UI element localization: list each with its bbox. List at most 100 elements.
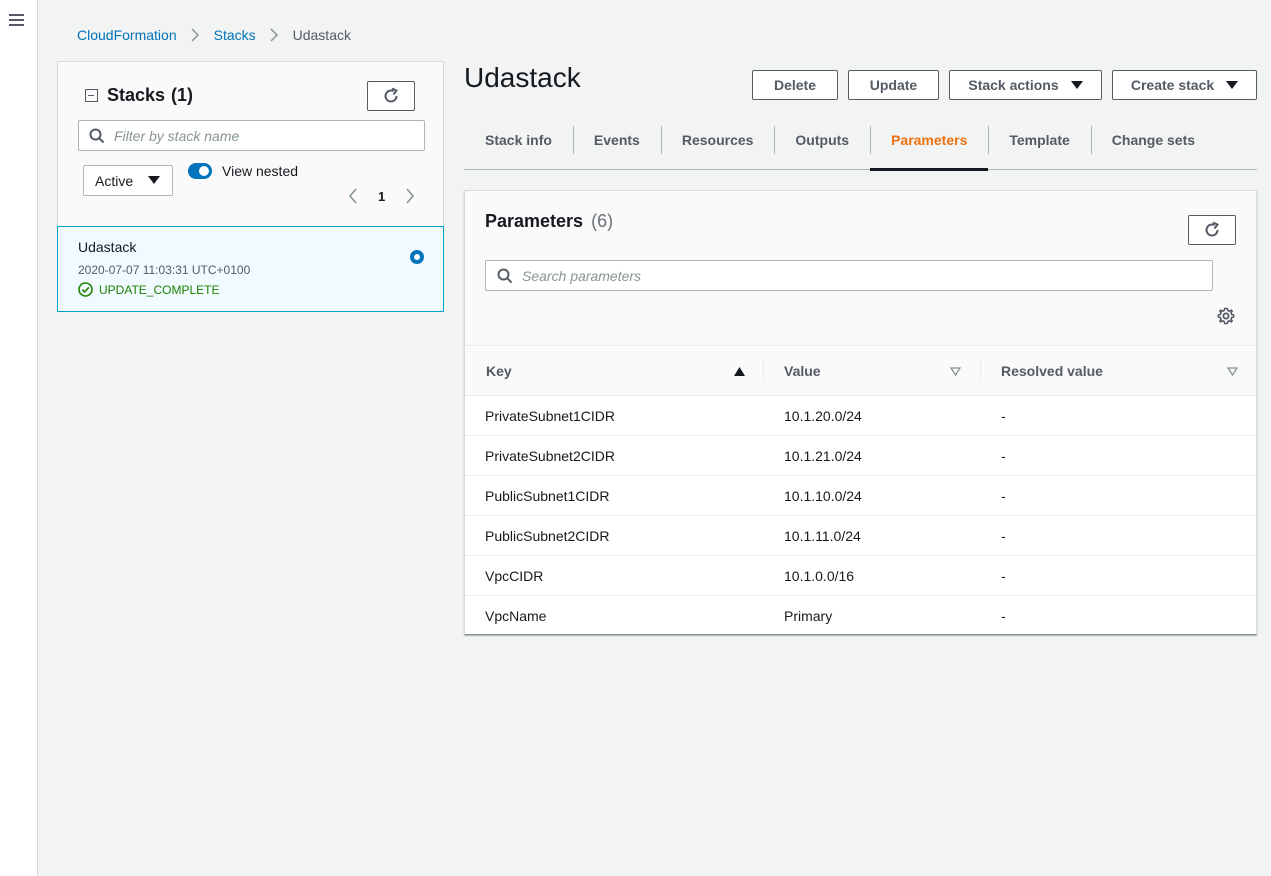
stack-actions-label: Stack actions [968, 77, 1059, 93]
stacks-panel: Stacks (1) Active View nested 1 [57, 61, 444, 227]
stack-filter [78, 120, 425, 151]
tab-resources[interactable]: Resources [660, 124, 775, 170]
parameters-title: Parameters (6) [485, 211, 613, 232]
caret-down-icon [1226, 81, 1239, 89]
sort-ascending-icon[interactable] [734, 367, 745, 376]
stacks-title: Stacks [107, 85, 166, 105]
param-value: Primary [784, 608, 833, 624]
refresh-parameters-button[interactable] [1188, 215, 1236, 245]
tab-label: Resources [681, 132, 754, 148]
column-resolved-value[interactable]: Resolved value [1001, 363, 1103, 379]
table-header: Key Value Resolved value [465, 347, 1256, 396]
column-divider [763, 359, 764, 381]
param-key: VpcCIDR [485, 568, 544, 584]
status-filter-value: Active [95, 172, 134, 189]
breadcrumb-stacks[interactable]: Stacks [214, 27, 256, 43]
breadcrumb-cloudformation[interactable]: CloudFormation [77, 27, 177, 43]
param-key: PrivateSubnet2CIDR [485, 448, 615, 464]
param-resolved: - [1001, 608, 1006, 624]
chevron-right-icon[interactable] [405, 188, 415, 204]
param-value: 10.1.0.0/16 [784, 568, 855, 584]
param-value: 10.1.11.0/24 [784, 528, 861, 544]
refresh-stacks-button[interactable] [367, 81, 415, 111]
tab-change-sets[interactable]: Change sets [1090, 124, 1216, 170]
sort-unsorted-icon[interactable] [1227, 367, 1238, 376]
param-resolved: - [1001, 448, 1006, 464]
chevron-right-icon [191, 28, 199, 42]
tab-label: Template [1009, 132, 1070, 148]
stack-tabs: Stack info Events Resources Outputs Para… [464, 124, 1257, 171]
breadcrumb: CloudFormation Stacks Udastack [77, 27, 351, 43]
stack-date: 2020-07-07 11:03:31 UTC+0100 [78, 263, 251, 277]
chevron-left-icon[interactable] [348, 188, 358, 204]
stack-filter-input[interactable] [114, 127, 424, 144]
stack-radio-selected[interactable] [410, 250, 424, 264]
param-resolved: - [1001, 528, 1006, 544]
column-divider [980, 359, 981, 381]
param-key: PublicSubnet1CIDR [485, 488, 610, 504]
status-filter-select[interactable]: Active [83, 165, 173, 196]
breadcrumb-current: Udastack [292, 27, 351, 43]
column-key[interactable]: Key [486, 363, 512, 379]
create-stack-button[interactable]: Create stack [1112, 70, 1257, 100]
view-nested-label: View nested [222, 163, 299, 179]
parameters-title-text: Parameters [485, 211, 584, 231]
search-icon [89, 128, 105, 143]
tab-outputs[interactable]: Outputs [774, 124, 870, 170]
chevron-right-icon [270, 28, 278, 42]
tab-label: Change sets [1111, 132, 1196, 148]
search-icon [497, 268, 513, 283]
delete-button-label: Delete [773, 77, 817, 93]
update-button[interactable]: Update [848, 70, 939, 100]
page-title: Udastack [464, 62, 581, 93]
param-value: 10.1.21.0/24 [784, 448, 862, 464]
page-number[interactable]: 1 [378, 189, 385, 204]
view-nested-toggle[interactable] [188, 163, 212, 179]
param-key: VpcName [485, 608, 547, 624]
gear-icon[interactable] [1217, 307, 1235, 325]
stack-list-item[interactable]: Udastack 2020-07-07 11:03:31 UTC+0100 UP… [57, 226, 444, 312]
stacks-count: (1) [171, 85, 194, 105]
pagination: 1 [348, 188, 415, 204]
param-key: PrivateSubnet1CIDR [485, 408, 615, 424]
sort-unsorted-icon[interactable] [950, 367, 961, 376]
tab-events[interactable]: Events [572, 124, 661, 170]
tab-stack-info[interactable]: Stack info [464, 124, 573, 170]
success-check-icon [78, 282, 93, 297]
stack-status-text: UPDATE_COMPLETE [99, 282, 220, 297]
table-row: VpcCIDR 10.1.0.0/16 - [465, 556, 1256, 596]
parameter-search [485, 260, 1213, 291]
param-key: PublicSubnet2CIDR [485, 528, 610, 544]
parameters-panel: Parameters (6) Key Value Resolved value … [464, 190, 1257, 635]
table-row: PrivateSubnet1CIDR 10.1.20.0/24 - [465, 396, 1256, 436]
stack-actions-button[interactable]: Stack actions [949, 70, 1102, 100]
column-value[interactable]: Value [784, 363, 821, 379]
create-stack-label: Create stack [1130, 77, 1215, 93]
caret-down-icon [148, 176, 160, 184]
tab-label: Parameters [891, 132, 968, 148]
param-value: 10.1.20.0/24 [784, 408, 862, 424]
table-row: PublicSubnet1CIDR 10.1.10.0/24 - [465, 476, 1256, 516]
param-resolved: - [1001, 568, 1006, 584]
delete-button[interactable]: Delete [752, 70, 838, 100]
menu-icon[interactable] [9, 13, 25, 27]
param-resolved: - [1001, 488, 1006, 504]
tab-parameters[interactable]: Parameters [870, 124, 989, 171]
collapse-icon[interactable] [85, 89, 98, 102]
stack-status: UPDATE_COMPLETE [78, 282, 219, 297]
caret-down-icon [1070, 81, 1083, 89]
parameters-count: (6) [591, 211, 614, 231]
parameter-search-input[interactable] [522, 267, 1212, 284]
param-value: 10.1.10.0/24 [784, 488, 862, 504]
update-button-label: Update [869, 77, 918, 93]
tab-template[interactable]: Template [988, 124, 1090, 170]
parameters-header: Parameters (6) [465, 191, 1256, 346]
table-row: PrivateSubnet2CIDR 10.1.21.0/24 - [465, 436, 1256, 476]
tab-label: Stack info [485, 132, 552, 148]
param-resolved: - [1001, 408, 1006, 424]
table-row: PublicSubnet2CIDR 10.1.11.0/24 - [465, 516, 1256, 556]
table-row: VpcName Primary - [465, 596, 1256, 636]
refresh-icon [384, 87, 399, 103]
refresh-icon [1205, 221, 1220, 237]
stack-name: Udastack [78, 239, 137, 255]
